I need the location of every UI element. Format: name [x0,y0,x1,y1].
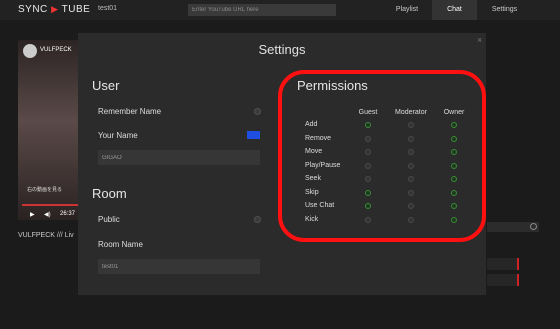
video-time: 26:37 [60,211,76,217]
your-name-field[interactable] [98,150,260,165]
video-thumbnail [18,40,78,220]
video-progress-bar[interactable] [22,204,78,206]
your-name-label: Your Name [98,131,138,140]
video-overlay-text: 右の動画を見る [27,187,63,193]
modal-title: Settings [258,42,306,57]
name-color-picker[interactable] [247,131,260,139]
playlist-item[interactable] [487,258,519,270]
play-arrow-icon: ▶ [51,4,59,14]
playlist-item[interactable] [487,274,519,286]
top-bar: Sync ▶ Tube test01 Playlist Chat Setting… [0,0,560,20]
video-player[interactable]: VULFPECK 右の動画を見る ▶ ◀) 26:37 [18,40,78,220]
video-title: VULFPECK [40,47,72,53]
user-section-heading: User [92,78,120,93]
room-section-heading: Room [92,186,127,201]
volume-icon[interactable]: ◀) [44,211,51,218]
play-icon[interactable]: ▶ [30,211,35,218]
public-label: Public [98,215,120,224]
logo-text-left: Sync [18,4,48,15]
room-id: test01 [98,5,118,12]
close-icon[interactable]: × [477,35,482,45]
tab-settings[interactable]: Settings [477,0,532,20]
room-name-label: Room Name [98,240,143,249]
permissions-highlight [278,70,486,242]
youtube-url-input[interactable] [188,4,336,16]
remember-name-label: Remember Name [98,107,162,116]
tab-playlist[interactable]: Playlist [382,0,432,20]
channel-avatar [23,44,37,58]
logo-text-right: Tube [61,4,91,15]
room-name-field[interactable] [98,259,260,274]
remember-name-checkbox[interactable] [254,108,261,115]
tab-chat[interactable]: Chat [432,0,477,20]
public-checkbox[interactable] [254,216,261,223]
chat-send-icon[interactable] [530,223,537,230]
app-logo[interactable]: Sync ▶ Tube [18,4,90,15]
video-caption: VULFPECK /// Liv [18,232,74,239]
